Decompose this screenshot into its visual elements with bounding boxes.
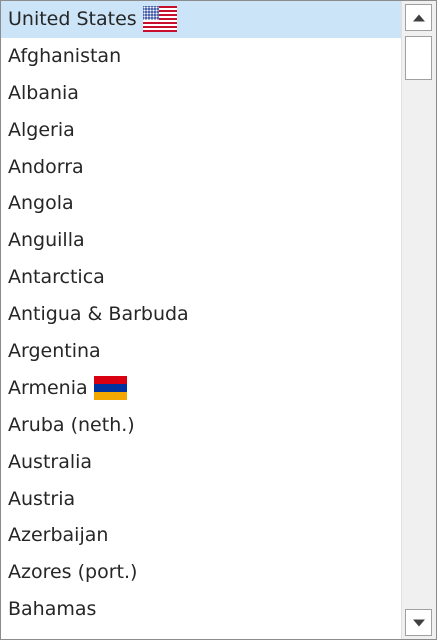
- list-item-label: Antarctica: [8, 266, 105, 289]
- scroll-up-button[interactable]: [405, 4, 432, 31]
- list-item-azerbaijan[interactable]: Azerbaijan: [1, 517, 401, 554]
- scroll-down-button[interactable]: [405, 609, 432, 636]
- list-item-aruba[interactable]: Aruba (neth.): [1, 407, 401, 444]
- list-item-label: Andorra: [8, 155, 84, 178]
- list-item-label: Azores (port.): [8, 561, 138, 584]
- list-item-afghanistan[interactable]: Afghanistan: [1, 38, 401, 75]
- list-item-label: Albania: [8, 81, 79, 104]
- scroll-up-arrow-icon: [412, 14, 425, 21]
- list-item-algeria[interactable]: Algeria: [1, 112, 401, 149]
- list-item-label: Armenia: [8, 376, 88, 399]
- list-item-armenia[interactable]: Armenia: [1, 370, 401, 407]
- list-item-antigua-barbuda[interactable]: Antigua & Barbuda: [1, 296, 401, 333]
- list-item-label: Austria: [8, 487, 76, 510]
- list-item-label: Angola: [8, 192, 74, 215]
- list-item-azores[interactable]: Azores (port.): [1, 554, 401, 591]
- list-item-andorra[interactable]: Andorra: [1, 149, 401, 186]
- list-item-albania[interactable]: Albania: [1, 75, 401, 112]
- list-item-label: Australia: [8, 450, 93, 473]
- list-item-australia[interactable]: Australia: [1, 444, 401, 481]
- scrollbar-thumb[interactable]: [405, 36, 432, 80]
- armenia-flag-icon: [93, 376, 127, 401]
- list-item-united-states[interactable]: United States: [1, 1, 401, 38]
- list-item-label: Algeria: [8, 118, 75, 141]
- list-item-anguilla[interactable]: Anguilla: [1, 222, 401, 259]
- list-item-label: Anguilla: [8, 229, 85, 252]
- list-item-label: Argentina: [8, 339, 101, 362]
- list-item-austria[interactable]: Austria: [1, 481, 401, 518]
- list-item-antarctica[interactable]: Antarctica: [1, 259, 401, 296]
- list-item-label: United States: [8, 7, 137, 30]
- list-item-label: Antigua & Barbuda: [8, 303, 189, 326]
- list-item-label: Azerbaijan: [8, 524, 109, 547]
- vertical-scrollbar[interactable]: [401, 1, 436, 639]
- country-list[interactable]: United States Afghanistan Albania Algeri…: [1, 1, 401, 639]
- list-item-label: Bahamas: [8, 598, 97, 621]
- list-item-argentina[interactable]: Argentina: [1, 333, 401, 370]
- list-item-label: Afghanistan: [8, 44, 122, 67]
- list-item-label: Aruba (neth.): [8, 413, 135, 436]
- list-item-bahamas[interactable]: Bahamas: [1, 591, 401, 628]
- scroll-down-arrow-icon: [412, 619, 425, 626]
- country-listbox[interactable]: United States Afghanistan Albania Algeri…: [0, 0, 437, 640]
- us-flag-icon: [142, 6, 177, 33]
- list-item-angola[interactable]: Angola: [1, 185, 401, 222]
